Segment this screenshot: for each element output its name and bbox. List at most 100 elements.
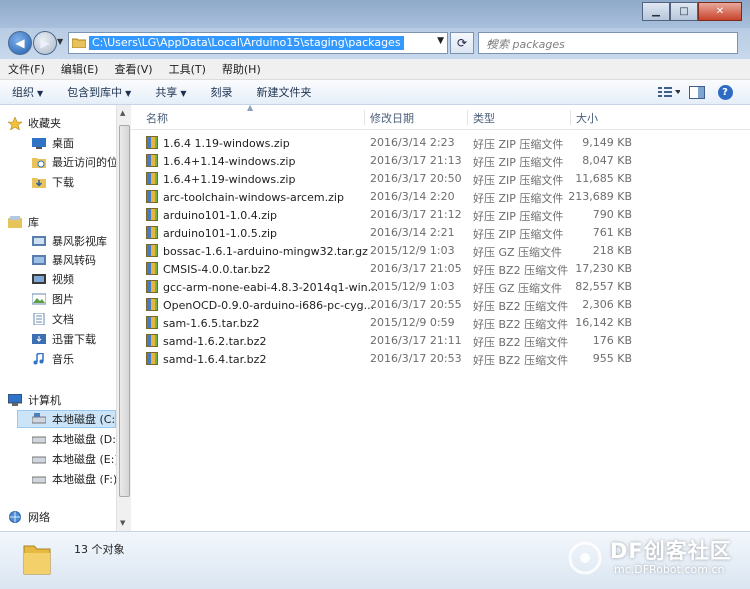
table-row[interactable]: gcc-arm-none-eabi-4.8.3-2014q1-win... 201…: [143, 278, 643, 296]
column-name[interactable]: 名称: [141, 110, 366, 125]
nav-favorites[interactable]: 收藏夹: [7, 114, 61, 132]
folder-icon: [22, 540, 52, 576]
nav-item-drive-f[interactable]: 本地磁盘 (F:): [31, 470, 116, 488]
view-options-button[interactable]: [658, 83, 680, 101]
library-icon: [8, 216, 22, 228]
drive-icon: [31, 413, 47, 425]
file-name-text: 1.6.4 1.19-windows.zip: [163, 137, 290, 150]
scroll-thumb[interactable]: [119, 125, 130, 497]
nav-item-label: 暴风影视库: [52, 235, 107, 248]
table-row[interactable]: arc-toolchain-windows-arcem.zip 2016/3/14…: [143, 188, 643, 206]
nav-item-library[interactable]: 暴风影视库: [32, 232, 107, 250]
forward-button[interactable]: ▶: [33, 31, 57, 55]
close-button[interactable]: ✕: [698, 2, 742, 21]
item-count: 13 个对象: [74, 543, 125, 556]
nav-item-drive-d[interactable]: 本地磁盘 (D:): [31, 430, 116, 448]
file-size: 8,047 KB: [582, 154, 632, 167]
file-date: 2015/12/9 1:03: [370, 244, 455, 257]
nav-item-pictures[interactable]: 图片: [31, 290, 74, 308]
burn-button[interactable]: 刻录: [198, 84, 244, 100]
computer-icon: [7, 393, 23, 406]
nav-item-desktop[interactable]: 桌面: [32, 134, 74, 152]
archive-icon: [146, 262, 158, 275]
nav-libraries-label: 库: [28, 216, 39, 229]
file-type: 好压 ZIP 压缩文件: [473, 138, 564, 151]
table-row[interactable]: arduino101-1.0.5.zip 2016/3/14 2:21 好压 ZIP…: [143, 224, 643, 242]
preview-pane-icon: [689, 85, 705, 99]
nav-item-label: 本地磁盘 (D:): [52, 433, 116, 446]
column-date[interactable]: 修改日期: [364, 110, 470, 125]
file-date: 2016/3/17 20:55: [370, 298, 462, 311]
new-folder-button[interactable]: 新建文件夹: [244, 84, 323, 100]
file-name-text: arduino101-1.0.5.zip: [163, 227, 278, 240]
organize-button[interactable]: 组织 ▼: [0, 84, 55, 100]
refresh-button[interactable]: ⟳: [450, 32, 474, 54]
table-row[interactable]: sam-1.6.5.tar.bz2 2015/12/9 0:59 好压 BZ2 压缩…: [143, 314, 643, 332]
maximize-button[interactable]: □: [670, 2, 698, 21]
scroll-up-icon[interactable]: ▲: [120, 109, 125, 117]
share-button[interactable]: 共享 ▼: [143, 84, 198, 100]
nav-item-thunder-downloads[interactable]: 迅雷下载: [32, 330, 96, 348]
nav-scrollbar[interactable]: ▲ ▼: [116, 105, 131, 531]
menu-view[interactable]: 查看(V): [106, 61, 160, 77]
file-name-text: arduino101-1.0.4.zip: [163, 209, 278, 222]
address-dropdown-icon[interactable]: ▼: [437, 36, 444, 46]
share-label: 共享: [155, 86, 178, 99]
table-row[interactable]: 1.6.4 1.19-windows.zip 2016/3/14 2:23 好压 Z…: [143, 134, 643, 152]
table-row[interactable]: OpenOCD-0.9.0-arduino-i686-pc-cyg... 2016…: [143, 296, 643, 314]
help-icon: ?: [717, 84, 733, 100]
menu-help[interactable]: 帮助(H): [214, 61, 269, 77]
file-name-text: OpenOCD-0.9.0-arduino-i686-pc-cyg...: [163, 299, 375, 312]
column-size[interactable]: 大小: [570, 110, 656, 125]
address-bar[interactable]: C:\Users\LG\AppData\Local\Arduino15\stag…: [68, 32, 448, 54]
table-row[interactable]: samd-1.6.2.tar.bz2 2016/3/17 21:11 好压 BZ2 …: [143, 332, 643, 350]
nav-network[interactable]: 网络: [8, 508, 50, 526]
nav-item-recent-places[interactable]: 最近访问的位: [32, 153, 116, 171]
menu-file[interactable]: 文件(F): [0, 61, 53, 77]
navigation-pane: 收藏夹 桌面 最近访问的位 下载 库 暴风影视库 暴风转码 视频 图片 文档 迅…: [0, 105, 116, 531]
address-path[interactable]: C:\Users\LG\AppData\Local\Arduino15\stag…: [89, 36, 404, 50]
nav-item-documents[interactable]: 文档: [32, 310, 74, 328]
table-row[interactable]: arduino101-1.0.4.zip 2016/3/17 21:12 好压 ZI…: [143, 206, 643, 224]
file-size: 761 KB: [592, 226, 632, 239]
search-icon[interactable]: ⌕: [487, 35, 732, 50]
nav-item-downloads[interactable]: 下载: [32, 173, 74, 191]
file-type: 好压 ZIP 压缩文件: [473, 156, 564, 169]
scroll-down-icon[interactable]: ▼: [120, 519, 125, 527]
file-type: 好压 GZ 压缩文件: [473, 282, 563, 295]
nav-libraries[interactable]: 库: [8, 213, 39, 231]
file-size: 2,306 KB: [582, 298, 632, 311]
table-row[interactable]: 1.6.4+1.14-windows.zip 2016/3/17 21:13 好压 …: [143, 152, 643, 170]
command-bar: 组织 ▼ 包含到库中 ▼ 共享 ▼ 刻录 新建文件夹 ?: [0, 80, 750, 105]
nav-computer-label: 计算机: [28, 394, 61, 407]
preview-pane-button[interactable]: [686, 83, 708, 101]
menu-tools[interactable]: 工具(T): [161, 61, 214, 77]
nav-computer[interactable]: 计算机: [7, 391, 61, 409]
history-dropdown-icon[interactable]: ▼: [57, 37, 63, 46]
menu-bar: 文件(F) 编辑(E) 查看(V) 工具(T) 帮助(H): [0, 59, 750, 80]
table-row[interactable]: 1.6.4+1.19-windows.zip 2016/3/17 20:50 好压 …: [143, 170, 643, 188]
minimize-button[interactable]: ▁: [642, 2, 670, 21]
search-box[interactable]: 搜索 packages ⌕: [478, 32, 738, 54]
table-row[interactable]: CMSIS-4.0.0.tar.bz2 2016/3/17 21:05 好压 BZ2…: [143, 260, 643, 278]
help-button[interactable]: ?: [714, 83, 736, 101]
table-row[interactable]: bossac-1.6.1-arduino-mingw32.tar.gz 2015/…: [143, 242, 643, 260]
nav-item-videos[interactable]: 视频: [32, 270, 74, 288]
nav-item-drive-e[interactable]: 本地磁盘 (E:): [31, 450, 116, 468]
nav-item-label: 图片: [52, 293, 74, 306]
table-row[interactable]: samd-1.6.4.tar.bz2 2016/3/17 20:53 好压 BZ2 …: [143, 350, 643, 368]
column-type[interactable]: 类型: [467, 110, 573, 125]
address-row: ◀ ▶ ▼ C:\Users\LG\AppData\Local\Arduino1…: [0, 28, 750, 60]
nav-item-music[interactable]: 音乐: [32, 350, 74, 368]
file-date: 2016/3/17 20:50: [370, 172, 462, 185]
file-list: ▲ 名称 修改日期 类型 大小 1.6.4 1.19-windows.zip 20…: [131, 103, 750, 531]
include-library-button[interactable]: 包含到库中 ▼: [55, 84, 143, 100]
nav-item-library[interactable]: 暴风转码: [32, 251, 96, 269]
menu-edit[interactable]: 编辑(E): [53, 61, 107, 77]
chevron-down-icon: ▼: [125, 89, 132, 98]
back-button[interactable]: ◀: [8, 31, 32, 55]
file-name: OpenOCD-0.9.0-arduino-i686-pc-cyg...: [146, 298, 374, 312]
file-name: 1.6.4+1.14-windows.zip: [146, 154, 295, 168]
nav-item-drive-c[interactable]: 本地磁盘 (C:): [17, 410, 116, 428]
file-size: 176 KB: [592, 334, 632, 347]
